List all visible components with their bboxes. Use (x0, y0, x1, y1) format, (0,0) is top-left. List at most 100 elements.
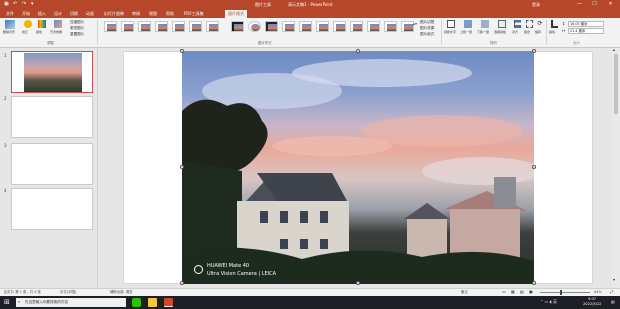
picture-style-2[interactable] (121, 21, 134, 32)
minimize-button[interactable]: — (574, 1, 585, 8)
resize-handle-left[interactable] (180, 165, 184, 169)
scroll-up-icon[interactable]: ▴ (613, 48, 615, 52)
maximize-button[interactable]: ☐ (589, 1, 600, 8)
notes-button[interactable]: 备注 (461, 290, 468, 294)
close-button[interactable]: ✕ (605, 1, 616, 8)
width-input[interactable]: 21.4 厘米 (568, 28, 604, 34)
redo-icon[interactable]: ↷ (22, 2, 26, 7)
tab-view[interactable]: 视图 (149, 11, 157, 17)
fit-to-window-icon[interactable]: ⤢ (610, 290, 613, 294)
vertical-scrollbar[interactable]: ▴ ▾ (612, 48, 620, 288)
change-picture-button[interactable]: 更改图片 (70, 26, 84, 31)
tab-slideshow[interactable]: 幻灯片放映 (104, 11, 124, 17)
picture-style-7[interactable] (206, 21, 219, 32)
zoom-level[interactable]: 44% (594, 290, 602, 294)
language-indicator[interactable]: 中文(中国) (60, 290, 76, 294)
resize-handle-top[interactable] (356, 49, 360, 53)
clock-date[interactable]: 2022/5/22 (583, 302, 601, 307)
picture-style-13[interactable] (316, 21, 329, 32)
picture-style-8[interactable] (231, 21, 244, 32)
tab-help[interactable]: 帮助 (166, 11, 174, 17)
taskbar-search-box[interactable]: ⌕ 在这里输入你要搜索的内容 (16, 298, 126, 307)
crop-button[interactable]: 裁剪 (549, 20, 559, 38)
picture-style-16[interactable] (367, 21, 380, 32)
rotate-button[interactable]: ⟳ 旋转 (535, 20, 545, 38)
picture-style-5[interactable] (172, 21, 185, 32)
undo-icon[interactable]: ↶ (13, 2, 17, 7)
remove-background-button[interactable]: 删除背景 (3, 20, 17, 38)
wechat-app-icon[interactable] (132, 298, 141, 307)
slide-thumbnail-3[interactable] (11, 143, 93, 185)
alt-text-button[interactable]: 替换文字 (444, 20, 458, 38)
group-button[interactable]: 组合 (524, 20, 534, 38)
picture-border-button[interactable]: 图片边框 (420, 20, 434, 25)
slideshow-icon[interactable]: ▣ (529, 290, 533, 294)
send-backward-button[interactable]: 下移一层 (477, 20, 493, 38)
slide-thumbnail-4[interactable] (11, 188, 93, 230)
color-palette-icon (38, 20, 46, 28)
tab-pdf-tools[interactable]: PDF工具集 (184, 11, 204, 17)
separator (546, 20, 547, 44)
picture-style-14[interactable] (333, 21, 346, 32)
taskbar: ⊞ ⌕ 在这里输入你要搜索的内容 ⌃ ▭ ◖ 英 9:07 2022/5/22 … (0, 296, 620, 309)
resize-handle-top-right[interactable] (532, 49, 536, 53)
tab-animations[interactable]: 动画 (86, 11, 94, 17)
adjust-group-label: 调整 (47, 41, 54, 45)
slide-thumbnail-1[interactable] (11, 51, 93, 93)
accessibility-indicator[interactable]: 辅助功能: 调查 (110, 290, 133, 294)
resize-handle-top-left[interactable] (180, 49, 184, 53)
sign-in-link[interactable]: 登录 (532, 3, 540, 7)
compress-pictures-button[interactable]: 压缩图片 (70, 20, 84, 25)
selection-pane-button[interactable]: 选择窗格 (494, 20, 510, 38)
photo-scene (182, 59, 534, 284)
resize-handle-right[interactable] (532, 165, 536, 169)
gallery-more-icon[interactable]: ▴▾ (413, 22, 417, 26)
selected-photo[interactable]: HUAWEI Mate 40 Ultra Vision Camera | LEI… (182, 51, 534, 284)
notification-icon[interactable]: ▤ (611, 300, 615, 304)
slide-thumbnail-2[interactable] (11, 96, 93, 138)
tab-home[interactable]: 开始 (22, 11, 30, 17)
resize-handle-bottom-right[interactable] (532, 281, 536, 285)
resize-handle-bottom-left[interactable] (180, 281, 184, 285)
picture-style-9[interactable] (248, 21, 261, 32)
height-input[interactable]: 16.05 厘米 (568, 21, 604, 27)
zoom-slider-thumb[interactable] (560, 290, 562, 295)
picture-style-4[interactable] (155, 21, 168, 32)
corrections-button[interactable]: 校正 (22, 20, 34, 38)
slide-sorter-icon[interactable]: ▦ (511, 290, 515, 294)
tab-transitions[interactable]: 切换 (70, 11, 78, 17)
customize-qat-icon[interactable]: ▾ (31, 2, 34, 7)
resize-handle-bottom[interactable] (356, 281, 360, 285)
scrollbar-thumb[interactable] (614, 54, 618, 114)
picture-style-17[interactable] (384, 21, 397, 32)
windows-start-icon[interactable]: ⊞ (4, 299, 10, 306)
picture-style-11[interactable] (282, 21, 295, 32)
system-tray-icons[interactable]: ⌃ ▭ ◖ 英 (540, 300, 557, 304)
save-icon[interactable]: ▣ (4, 2, 9, 7)
picture-style-12[interactable] (299, 21, 312, 32)
tab-design[interactable]: 设计 (54, 11, 62, 17)
artistic-effects-button[interactable]: 艺术效果 (50, 20, 66, 38)
color-button[interactable]: 颜色 (36, 20, 48, 38)
scroll-down-icon[interactable]: ▾ (613, 278, 615, 282)
picture-style-3[interactable] (138, 21, 151, 32)
picture-style-6[interactable] (189, 21, 202, 32)
picture-style-10[interactable] (265, 21, 278, 32)
zoom-slider[interactable] (540, 290, 590, 295)
picture-layout-button[interactable]: 图片版式 (420, 32, 434, 37)
align-button[interactable]: 对齐 (512, 20, 522, 38)
bring-forward-icon (464, 20, 472, 28)
reset-picture-button[interactable]: 重置图片 (70, 32, 84, 37)
picture-style-15[interactable] (350, 21, 363, 32)
file-explorer-icon[interactable] (148, 298, 157, 307)
picture-effects-button[interactable]: 图片效果 (420, 26, 434, 31)
powerpoint-app-icon[interactable] (164, 298, 173, 307)
reading-view-icon[interactable]: ▤ (520, 290, 524, 294)
normal-view-icon[interactable]: ▭ (502, 290, 506, 294)
picture-style-1[interactable] (104, 21, 117, 32)
tab-insert[interactable]: 插入 (38, 11, 46, 17)
tab-picture-format[interactable]: 图片格式 (225, 10, 247, 18)
tab-review[interactable]: 审阅 (132, 11, 140, 17)
tab-file[interactable]: 文件 (6, 11, 14, 17)
bring-forward-button[interactable]: 上移一层 (460, 20, 476, 38)
